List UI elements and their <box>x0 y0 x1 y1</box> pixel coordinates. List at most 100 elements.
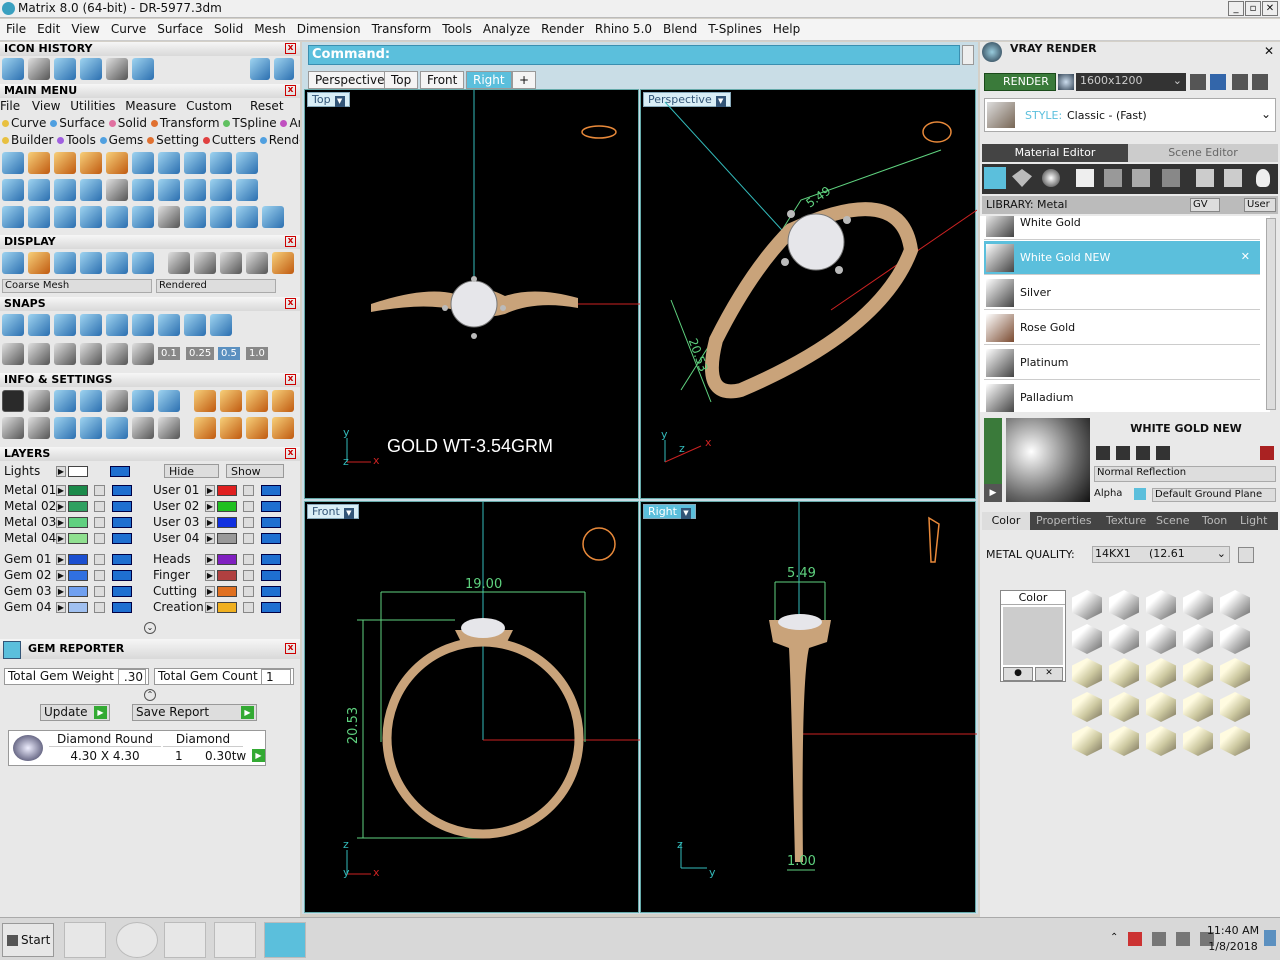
cat-surface[interactable]: Surface <box>59 116 105 130</box>
color-picker[interactable]: Color ● ✕ <box>1000 590 1066 682</box>
star-icon[interactable] <box>184 179 206 201</box>
viewport-top[interactable]: Top ▼ y z x GOLD WT-3.54GRM <box>304 89 640 499</box>
grid-icon[interactable] <box>80 58 102 80</box>
snap-near-icon[interactable] <box>28 314 50 336</box>
scale-icon[interactable] <box>132 206 154 228</box>
tab-material-editor[interactable]: Material Editor <box>982 144 1128 162</box>
tab-texture[interactable]: Texture <box>1106 514 1146 527</box>
gem-detail-arrow[interactable]: ▶ <box>252 749 265 762</box>
metal-color-swatch[interactable] <box>1146 692 1176 722</box>
layer-color-swatch[interactable] <box>68 602 88 613</box>
metal-quality-select[interactable]: 14KX1 (12.61 ⌄ <box>1092 546 1230 563</box>
metal-color-swatch[interactable] <box>1220 692 1250 722</box>
sphere-dark-icon[interactable] <box>193 252 216 274</box>
export-icon[interactable] <box>1156 446 1170 460</box>
menu-tsplines[interactable]: T-Splines <box>702 19 767 36</box>
start-button[interactable]: Start <box>2 923 54 957</box>
sphere-metal-icon[interactable] <box>245 252 268 274</box>
bezel-icon[interactable] <box>54 179 76 201</box>
expand-arrow-icon[interactable]: ▶ <box>56 533 66 544</box>
main-menu-file[interactable]: File <box>0 99 20 113</box>
fan-icon[interactable] <box>106 58 128 80</box>
layer-visibility-toggle[interactable] <box>261 554 281 565</box>
left-layer-row[interactable]: Gem 04 ▶ <box>4 600 149 616</box>
menu-dimension[interactable]: Dimension <box>291 19 366 36</box>
lock-icon[interactable] <box>243 586 254 597</box>
menu-file[interactable]: File <box>0 19 31 36</box>
snap-point-icon[interactable] <box>54 314 76 336</box>
viewport-right[interactable]: Right ▼ 5.49 1.00 z y <box>640 501 977 913</box>
main-menu-measure[interactable]: Measure <box>125 99 176 113</box>
expand-arrow-icon[interactable]: ▶ <box>56 517 66 528</box>
menu-blend[interactable]: Blend <box>657 19 702 36</box>
lock-icon[interactable] <box>94 485 105 496</box>
right-layer-row[interactable]: User 02 ▶ <box>153 499 298 515</box>
device-icon[interactable] <box>1152 932 1166 946</box>
layer-color-swatch[interactable] <box>68 485 88 496</box>
expand-arrow-icon[interactable]: ▶ <box>205 586 215 597</box>
layer-visibility-toggle[interactable] <box>261 586 281 597</box>
sweep-icon[interactable] <box>106 152 128 174</box>
array-icon[interactable] <box>2 206 24 228</box>
collapse-preview-button[interactable] <box>984 418 1002 484</box>
expand-arrow-icon[interactable]: ▶ <box>205 485 215 496</box>
snap-value-01[interactable]: 0.1 <box>158 347 180 360</box>
plane-icon[interactable] <box>2 152 24 174</box>
lock-icon[interactable] <box>94 602 105 613</box>
tab-color[interactable]: Color <box>982 512 1030 530</box>
metal-color-swatch[interactable] <box>1146 658 1176 688</box>
picture-icon[interactable] <box>271 390 294 412</box>
render-mode-select[interactable]: Rendered <box>156 279 276 293</box>
material-item[interactable]: Silver <box>984 276 1260 310</box>
save-as-icon[interactable] <box>1116 446 1130 460</box>
metal-color-swatch[interactable] <box>1072 692 1102 722</box>
layer-color-swatch[interactable] <box>217 570 237 581</box>
main-menu-view[interactable]: View <box>32 99 60 113</box>
close-icon[interactable]: x <box>285 448 296 459</box>
flower-icon[interactable] <box>236 152 258 174</box>
metal-color-swatch[interactable] <box>1072 590 1102 620</box>
halo-icon[interactable] <box>158 179 180 201</box>
cylinder-icon[interactable] <box>80 417 102 439</box>
first-frame-icon[interactable] <box>1190 74 1206 90</box>
pen-icon[interactable] <box>54 343 76 365</box>
cat-transform[interactable]: Transform <box>160 116 220 130</box>
lock-icon[interactable] <box>94 517 105 528</box>
command-line[interactable]: Command: <box>308 45 960 65</box>
layer-visibility-toggle[interactable] <box>261 570 281 581</box>
layer-visibility-toggle[interactable] <box>112 570 132 581</box>
metal-color-swatch[interactable] <box>1109 590 1139 620</box>
reset-button[interactable]: Reset <box>250 99 284 113</box>
document-icon[interactable] <box>106 390 128 412</box>
sphere-matte-icon[interactable] <box>219 252 242 274</box>
sphere-gold-icon[interactable] <box>271 252 294 274</box>
back-arrow-icon[interactable] <box>250 58 270 80</box>
left-layer-row[interactable]: Metal 04 ▶ <box>4 531 149 547</box>
hide-button[interactable]: Hide <box>164 464 219 478</box>
add-tab-button[interactable]: + <box>512 71 537 89</box>
bar-icon[interactable] <box>106 179 128 201</box>
remove-icon[interactable]: ✕ <box>1241 250 1250 263</box>
layer-visibility-toggle[interactable] <box>112 554 132 565</box>
snap-int-icon[interactable] <box>210 314 232 336</box>
viewport-layout-icon[interactable] <box>2 417 24 439</box>
settings-icon[interactable] <box>1238 547 1254 563</box>
pattern-icon[interactable] <box>210 179 232 201</box>
mesh-select[interactable]: Coarse Mesh <box>2 279 152 293</box>
maximize-button[interactable]: ▫ <box>1245 1 1261 16</box>
layer-visibility-toggle[interactable] <box>112 602 132 613</box>
metal-color-swatch[interactable] <box>1072 726 1102 756</box>
close-icon[interactable]: x <box>285 374 296 385</box>
tab-scene-editor[interactable]: Scene Editor <box>1128 144 1278 162</box>
cat-gems[interactable]: Gems <box>109 133 144 147</box>
right-layer-row[interactable]: Finger ▶ <box>153 568 298 584</box>
list-icon[interactable] <box>158 417 180 439</box>
right-layer-row[interactable]: User 01 ▶ <box>153 483 298 499</box>
close-icon[interactable]: x <box>285 236 296 247</box>
ground-plane-select[interactable]: Default Ground Plane <box>1152 488 1276 502</box>
metal-color-swatch[interactable] <box>1183 658 1213 688</box>
main-menu-utilities[interactable]: Utilities <box>70 99 115 113</box>
close-icon[interactable]: x <box>285 298 296 309</box>
layer-visibility-toggle[interactable] <box>112 485 132 496</box>
planar-icon[interactable] <box>106 343 128 365</box>
